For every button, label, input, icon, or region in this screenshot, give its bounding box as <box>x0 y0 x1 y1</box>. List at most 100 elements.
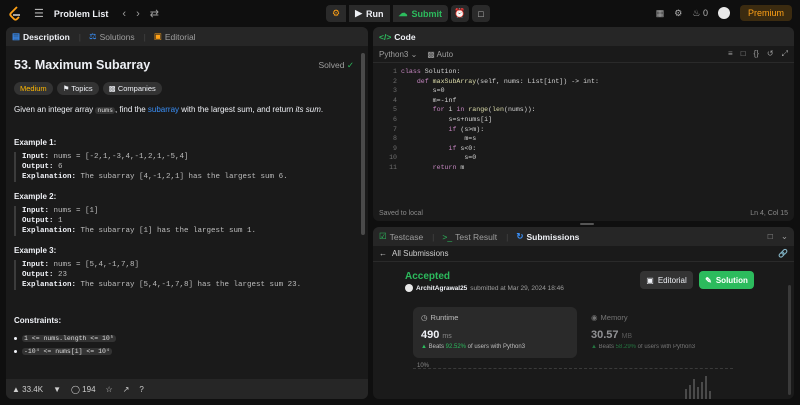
prev-problem-icon[interactable]: ‹ <box>122 8 126 20</box>
shuffle-icon[interactable]: ⇄ <box>150 7 159 20</box>
problem-list-icon[interactable]: ☰ <box>34 7 44 20</box>
tab-code[interactable]: </> Code <box>379 32 416 42</box>
code-brackets-icon: </> <box>379 31 392 42</box>
code-line[interactable]: 2 def maxSubArray(self, nums: List[int])… <box>373 77 794 87</box>
layout-icon[interactable]: ▦ <box>656 8 665 19</box>
example-1: Example 1: Input: nums = [-2,1,-3,4,-1,2… <box>14 138 360 182</box>
stmt-mid: , find the <box>114 105 148 114</box>
maximize-icon[interactable]: □ <box>768 231 773 242</box>
code-line[interactable]: 6 s=s+nums[i] <box>373 115 794 125</box>
code-line[interactable]: 4 m=-inf <box>373 96 794 106</box>
histogram-bar[interactable] <box>697 387 699 399</box>
histogram-bar[interactable] <box>685 389 687 399</box>
link-icon[interactable]: 🔗 <box>778 249 788 258</box>
tab-submissions[interactable]: ↻ Submissions <box>516 231 579 242</box>
premium-button[interactable]: Premium <box>739 5 792 21</box>
example-explanation: The subarray [1] has the largest sum 1. <box>80 227 257 235</box>
dislike-button[interactable]: ▼ <box>53 385 61 394</box>
braces-icon[interactable]: {} <box>754 49 759 59</box>
expand-icon[interactable]: ⤢ <box>782 49 788 59</box>
code-line[interactable]: 9 if s<0: <box>373 144 794 154</box>
next-problem-icon[interactable]: › <box>136 8 140 20</box>
histogram-bar[interactable] <box>689 385 691 399</box>
auto-mode[interactable]: ▩ Auto <box>427 50 453 59</box>
code-panel: </> Code Python3 ⌄ ▩ Auto ≡ □ {} ↺ ⤢ 1 cl… <box>373 27 794 221</box>
code-editor[interactable]: 1 class Solution: 2 def maxSubArray(self, … <box>373 63 794 201</box>
bullet <box>14 337 17 340</box>
tab-description[interactable]: ▤ Description <box>12 31 70 42</box>
code-line[interactable]: 10 s=0 <box>373 153 794 163</box>
histogram-bar[interactable] <box>693 379 695 399</box>
memory-card[interactable]: ◉ Memory 30.57 MB ▲ Beats 58.29% of users… <box>583 307 733 358</box>
description-tabs: ▤ Description | ⚖ Solutions | ▣ Editoria… <box>6 27 368 46</box>
runtime-card[interactable]: ◷ Runtime 490 ms ▲ Beats 92.52% of users … <box>413 307 577 358</box>
action-toolbar: ⚙ ▶ Run ☁ Submit ⏰ □ <box>326 5 490 22</box>
format-icon[interactable]: ≡ <box>728 49 733 59</box>
topics-tag[interactable]: ⚑ Topics <box>56 82 99 95</box>
like-button[interactable]: ▲ 33.4K <box>12 385 43 394</box>
share-icon[interactable]: ↗ <box>123 385 130 394</box>
description-scrollbar[interactable] <box>361 53 365 235</box>
timer-button[interactable]: ⏰ <box>451 5 469 22</box>
stmt-post: with the largest sum, and return <box>179 105 296 114</box>
problem-list-link[interactable]: Problem List <box>54 9 109 19</box>
help-icon[interactable]: ? <box>139 385 143 394</box>
like-count: 33.4K <box>22 384 44 394</box>
submissions-scrollbar[interactable] <box>788 285 791 395</box>
notes-button[interactable]: □ <box>472 5 490 22</box>
submitted-by: ArchitAgrawal25 submitted at Mar 29, 202… <box>405 284 564 292</box>
all-submissions-link[interactable]: ← All Submissions 🔗 <box>373 246 794 262</box>
companies-tag[interactable]: ▩ Companies <box>102 82 162 95</box>
code-line[interactable]: 3 s=0 <box>373 86 794 96</box>
tab-test-result[interactable]: >_ Test Result <box>442 232 497 242</box>
code-line[interactable]: 7 if (s>m): <box>373 125 794 135</box>
settings-gear-icon[interactable]: ⚙ <box>674 8 682 19</box>
collapse-icon[interactable]: ⌄ <box>781 231 788 242</box>
code-line[interactable]: 11 return m <box>373 163 794 173</box>
line-number: 9 <box>393 144 397 152</box>
favorite-star-icon[interactable]: ☆ <box>106 385 113 394</box>
run-button[interactable]: ▶ Run <box>349 5 390 22</box>
tab-editorial[interactable]: ▣ Editorial <box>154 31 196 42</box>
reset-icon[interactable]: ↺ <box>767 49 774 59</box>
problem-statement: Given an integer array nums, find the su… <box>14 105 360 114</box>
memory-value-row: 30.57 MB <box>591 329 725 341</box>
example-explanation: The subarray [5,4,-1,7,8] has the larges… <box>80 281 302 289</box>
subarray-link[interactable]: subarray <box>148 105 179 114</box>
user-avatar[interactable] <box>717 7 730 19</box>
solution-button[interactable]: ✎ Solution <box>699 271 754 289</box>
problem-title[interactable]: 53. Maximum Subarray <box>14 58 360 72</box>
username[interactable]: ArchitAgrawal25 <box>416 285 467 292</box>
example-input: nums = [-2,1,-3,4,-1,2,1,-5,4] <box>53 153 189 161</box>
input-label: Input: <box>22 153 50 161</box>
histogram-bar[interactable] <box>709 391 711 399</box>
beats-icon: ▲ <box>591 344 597 350</box>
comments-button[interactable]: ◯ 194 <box>71 385 96 394</box>
code-line[interactable]: 8 m=s <box>373 134 794 144</box>
panel-resize-handle[interactable] <box>580 223 594 225</box>
alarm-icon: ⏰ <box>454 8 466 18</box>
code-line[interactable]: 5 for i in range(len(nums)): <box>373 105 794 115</box>
streak-counter[interactable]: ♨ 0 <box>692 8 708 19</box>
example-output: 1 <box>58 217 63 225</box>
histogram-bar[interactable] <box>701 382 703 399</box>
avatar <box>405 284 413 292</box>
tab-solutions[interactable]: ⚖ Solutions <box>89 31 135 42</box>
submit-button[interactable]: ☁ Submit <box>392 5 448 22</box>
language-select[interactable]: Python3 ⌄ <box>379 50 417 59</box>
debug-button[interactable]: ⚙ <box>326 5 347 22</box>
example-title: Example 1: <box>14 138 57 147</box>
tab-testcase[interactable]: ☑ Testcase <box>379 231 423 242</box>
tab-editorial-label: Editorial <box>164 31 196 42</box>
memory-value: 30.57 <box>591 329 619 341</box>
bookmark-icon[interactable]: □ <box>741 49 746 59</box>
submitted-time: submitted at Mar 29, 2024 18:46 <box>470 284 564 292</box>
leetcode-logo-icon[interactable] <box>8 5 22 22</box>
beats-post: of users with Python3 <box>637 344 696 350</box>
code-text: m=-inf <box>432 96 457 104</box>
histogram-bar[interactable] <box>705 376 707 399</box>
stmt-end: . <box>320 105 324 114</box>
code-line[interactable]: 1 class Solution: <box>373 67 794 77</box>
code-text: if s<0: <box>448 144 477 152</box>
editorial-button[interactable]: ▣ Editorial <box>640 271 693 289</box>
